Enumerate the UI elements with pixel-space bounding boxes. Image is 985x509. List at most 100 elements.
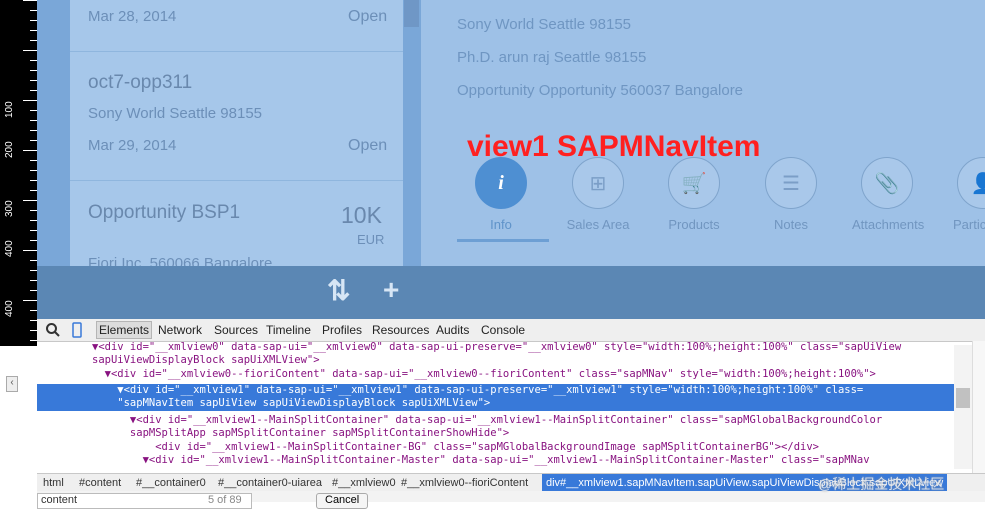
tab-label: Info bbox=[490, 217, 512, 232]
dom-tree: ▼<div id="__xmlview0" data-sap-ui="__xml… bbox=[37, 341, 957, 473]
ruler-label: 100 bbox=[4, 101, 15, 118]
ruler-tick bbox=[30, 20, 37, 21]
cancel-button[interactable]: Cancel bbox=[316, 493, 369, 509]
tab-audits[interactable]: Audits bbox=[436, 323, 469, 337]
dom-node[interactable]: sapUiViewDisplayBlock sapUiXMLView"> bbox=[92, 354, 320, 367]
ruler-tick bbox=[23, 150, 37, 151]
tab-label: Notes bbox=[774, 217, 808, 232]
tab-notes[interactable]: ☰ Notes bbox=[756, 157, 826, 232]
breadcrumb-item[interactable]: html bbox=[43, 477, 64, 489]
ruler-tick bbox=[30, 340, 37, 341]
ruler-tick bbox=[30, 80, 37, 81]
ruler-tick bbox=[30, 270, 37, 271]
devtools-toolbar: Elements Network Sources Timeline Profil… bbox=[37, 319, 985, 342]
tab-resources[interactable]: Resources bbox=[372, 323, 429, 337]
org-chart-icon: ⊞ bbox=[572, 157, 624, 209]
ruler-tick bbox=[23, 200, 37, 201]
dom-node[interactable]: sapMSplitApp sapMSplitContainer sapMSpli… bbox=[92, 427, 509, 440]
breadcrumb-item[interactable]: #__container0-uiarea bbox=[218, 477, 322, 489]
ruler-tick bbox=[30, 70, 37, 71]
dom-tree-scrollbar[interactable] bbox=[954, 345, 972, 469]
ruler-tick bbox=[23, 300, 37, 301]
tab-sales-area[interactable]: ⊞ Sales Area bbox=[563, 157, 633, 232]
search-count: 5 of 89 bbox=[208, 494, 242, 506]
cart-icon: 🛒 bbox=[668, 157, 720, 209]
ruler-tick bbox=[23, 50, 37, 51]
ruler-tick bbox=[30, 160, 37, 161]
left-gutter: ‹ bbox=[0, 346, 37, 502]
ruler-tick bbox=[30, 320, 37, 321]
tab-profiles[interactable]: Profiles bbox=[322, 323, 362, 337]
tab-elements[interactable]: Elements bbox=[96, 321, 153, 339]
ruler-tick bbox=[30, 110, 37, 111]
add-icon[interactable]: + bbox=[383, 274, 399, 306]
tab-label: Attachments bbox=[852, 217, 925, 232]
breadcrumb-item[interactable]: #__xmlview0--fioriContent bbox=[401, 477, 528, 489]
collapse-icon[interactable]: ‹ bbox=[6, 376, 18, 392]
ruler-label: 200 bbox=[4, 141, 15, 158]
styles-sidebar[interactable] bbox=[972, 341, 985, 473]
sort-icon[interactable]: ⇅ bbox=[327, 274, 350, 307]
list-item-title: oct7-opp311 bbox=[88, 72, 193, 93]
breadcrumb-item[interactable]: #content bbox=[79, 477, 121, 489]
ruler-tick bbox=[30, 220, 37, 221]
ruler-tick bbox=[30, 40, 37, 41]
tab-products[interactable]: 🛒 Products bbox=[659, 157, 729, 232]
footer-toolbar: ⇅ + bbox=[37, 266, 985, 319]
detail-line: Sony World Seattle 98155 bbox=[457, 16, 632, 33]
dom-node-selected[interactable]: ▼<div id="__xmlview1" data-sap-ui="__xml… bbox=[37, 384, 954, 397]
list-item-date: Mar 29, 2014 bbox=[88, 137, 177, 154]
tab-participants[interactable]: 👤 Partic bbox=[949, 157, 985, 232]
tab-sources[interactable]: Sources bbox=[214, 323, 258, 337]
tab-console[interactable]: Console bbox=[481, 323, 525, 337]
dom-node[interactable]: ▼<div id="__xmlview1--MainSplitContainer… bbox=[92, 414, 882, 427]
ruler-label: 400 bbox=[4, 240, 15, 257]
list-item[interactable]: Opportunity BSP1 10K EUR Fiori Inc. 5600… bbox=[70, 181, 403, 272]
list-item-status: Open bbox=[348, 8, 388, 25]
list-item-title: Opportunity BSP1 bbox=[88, 202, 241, 223]
ruler-label: 400 bbox=[4, 300, 15, 317]
dom-node[interactable]: ▼<div id="__xmlview1--MainSplitContainer… bbox=[92, 454, 870, 467]
scrollbar-thumb[interactable] bbox=[956, 388, 970, 408]
breadcrumb-item[interactable]: #__container0 bbox=[136, 477, 206, 489]
ruler-tick bbox=[30, 130, 37, 131]
detail-line: Ph.D. arun raj Seattle 98155 bbox=[457, 49, 647, 66]
list-item-amount: 10K bbox=[341, 202, 382, 228]
ruler-tick bbox=[23, 100, 37, 101]
ruler-tick bbox=[30, 330, 37, 331]
person-icon: 👤 bbox=[957, 157, 985, 209]
list-item[interactable]: oct7-opp311 Sony World Seattle 98155 Mar… bbox=[70, 52, 403, 180]
tab-attachments[interactable]: 📎 Attachments bbox=[852, 157, 925, 232]
ruler-tick bbox=[30, 30, 37, 31]
ruler-tick bbox=[30, 210, 37, 211]
ruler-tick bbox=[30, 60, 37, 61]
device-mode-icon[interactable] bbox=[69, 322, 85, 338]
ruler-tick bbox=[30, 170, 37, 171]
list-item-status: Open bbox=[348, 137, 388, 154]
ruler-tick bbox=[23, 250, 37, 251]
dom-node[interactable]: <div id="__xmlview1--MainSplitContainer-… bbox=[92, 441, 819, 454]
tab-timeline[interactable]: Timeline bbox=[266, 323, 311, 337]
dom-node-selected[interactable]: "sapMNavItem sapUiView sapUiViewDisplayB… bbox=[37, 397, 954, 411]
ruler-tick bbox=[30, 230, 37, 231]
tab-active-indicator bbox=[457, 239, 549, 242]
dom-node[interactable]: ▼<div id="__xmlview0--fioriContent" data… bbox=[92, 368, 876, 381]
ruler-tick bbox=[30, 120, 37, 121]
detail-line: Opportunity Opportunity 560037 Bangalore bbox=[457, 82, 744, 99]
tab-network[interactable]: Network bbox=[158, 323, 202, 337]
search-input[interactable]: content 5 of 89 bbox=[37, 493, 252, 509]
info-icon: i bbox=[475, 157, 527, 209]
ruler-tick bbox=[30, 190, 37, 191]
search-icon[interactable] bbox=[45, 322, 61, 338]
tab-label: Sales Area bbox=[566, 217, 630, 232]
watermark: @稀土掘金技术社区 bbox=[818, 476, 945, 492]
master-scrollbar[interactable] bbox=[404, 0, 419, 27]
breadcrumb-item[interactable]: #__xmlview0 bbox=[332, 477, 396, 489]
ruler-tick bbox=[30, 290, 37, 291]
tab-info[interactable]: i Info bbox=[466, 157, 536, 232]
ruler-tick bbox=[30, 10, 37, 11]
dom-node[interactable]: ▼<div id="__xmlview0" data-sap-ui="__xml… bbox=[92, 341, 901, 354]
ruler-tick bbox=[30, 310, 37, 311]
tab-label: Partic bbox=[953, 217, 985, 232]
list-item-currency: EUR bbox=[357, 232, 385, 247]
